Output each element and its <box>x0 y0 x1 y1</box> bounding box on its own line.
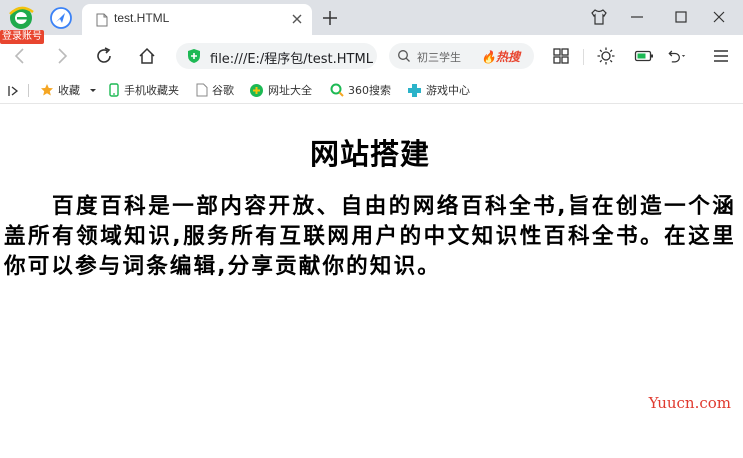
bookmarks-bar: 收藏 手机收藏夹 谷歌 网址大全 360搜索 游戏中心 <box>0 77 743 104</box>
battery-icon[interactable] <box>634 46 654 66</box>
home-icon[interactable] <box>137 46 157 66</box>
secure-shield-icon <box>188 49 200 63</box>
bookmark-google[interactable]: 谷歌 <box>196 81 234 99</box>
doc-icon <box>196 83 208 97</box>
brightness-icon[interactable] <box>596 46 616 66</box>
apps-grid-icon[interactable] <box>551 46 571 66</box>
game-icon <box>408 83 421 97</box>
sidebar-toggle-icon[interactable] <box>8 85 20 97</box>
search-box[interactable]: 初三学生 🔥热搜 <box>389 43 534 69</box>
bookmark-game-center[interactable]: 游戏中心 <box>407 81 470 99</box>
chevron-down-icon[interactable] <box>88 85 98 95</box>
intro-paragraph: 百度百科是一部内容开放、自由的网络百科全书,旨在创造一个涵盖所有领域知识,服务所… <box>4 194 736 279</box>
bookmarks-divider <box>28 84 29 97</box>
bookmark-favorites[interactable]: 收藏 <box>40 81 102 99</box>
page-title: 网站搭建 <box>309 137 430 171</box>
document-icon <box>96 13 108 27</box>
bookmark-label: 游戏中心 <box>426 84 470 97</box>
bookmark-label: 网址大全 <box>268 84 312 97</box>
new-tab-icon[interactable] <box>322 10 338 26</box>
forward-icon[interactable] <box>52 46 72 66</box>
undo-dropdown-icon[interactable] <box>666 46 686 66</box>
bookmark-url-directory[interactable]: 网址大全 <box>249 81 312 99</box>
star-icon <box>41 84 53 96</box>
tab-title: test.HTML <box>114 11 170 25</box>
minimize-icon[interactable] <box>628 8 646 26</box>
search-icon <box>398 50 410 62</box>
menu-icon[interactable] <box>711 46 731 66</box>
close-tab-icon[interactable] <box>290 12 304 26</box>
search-360-icon <box>330 83 344 97</box>
reload-icon[interactable] <box>94 46 114 66</box>
navigation-compass-icon[interactable] <box>50 7 72 29</box>
hot-search-label[interactable]: 🔥热搜 <box>481 48 520 65</box>
address-url[interactable]: file:///E:/程序包/test.HTML <box>210 48 373 67</box>
site-watermark: Yuucn.com <box>648 394 731 412</box>
maximize-icon[interactable] <box>672 8 690 26</box>
toolbar-divider <box>583 49 584 65</box>
bookmark-label: 谷歌 <box>212 84 234 97</box>
bookmark-label: 手机收藏夹 <box>124 84 179 97</box>
search-suggestion[interactable]: 初三学生 <box>417 49 475 65</box>
page-viewport: 网站搭建 百度百科是一部内容开放、自由的网络百科全书,旨在创造一个涵盖所有领域知… <box>0 104 743 458</box>
phone-icon <box>109 83 119 97</box>
address-bar[interactable]: file:///E:/程序包/test.HTML <box>176 43 377 69</box>
bookmark-mobile-favorites[interactable]: 手机收藏夹 <box>108 81 179 99</box>
bookmark-label: 收藏 <box>58 84 80 97</box>
globe-icon <box>250 83 263 97</box>
bookmark-label: 360搜索 <box>348 84 391 97</box>
tab-strip: test.HTML <box>0 0 743 35</box>
browser-logo-icon[interactable] <box>8 5 34 31</box>
back-icon[interactable] <box>10 46 30 66</box>
login-account-badge[interactable]: 登录账号 <box>0 30 44 44</box>
browser-toolbar: file:///E:/程序包/test.HTML 初三学生 🔥热搜 <box>0 35 743 77</box>
skin-shirt-icon[interactable] <box>590 8 608 26</box>
close-window-icon[interactable] <box>710 8 728 26</box>
bookmark-360-search[interactable]: 360搜索 <box>330 81 391 99</box>
tab-test-html[interactable]: test.HTML <box>82 4 312 35</box>
